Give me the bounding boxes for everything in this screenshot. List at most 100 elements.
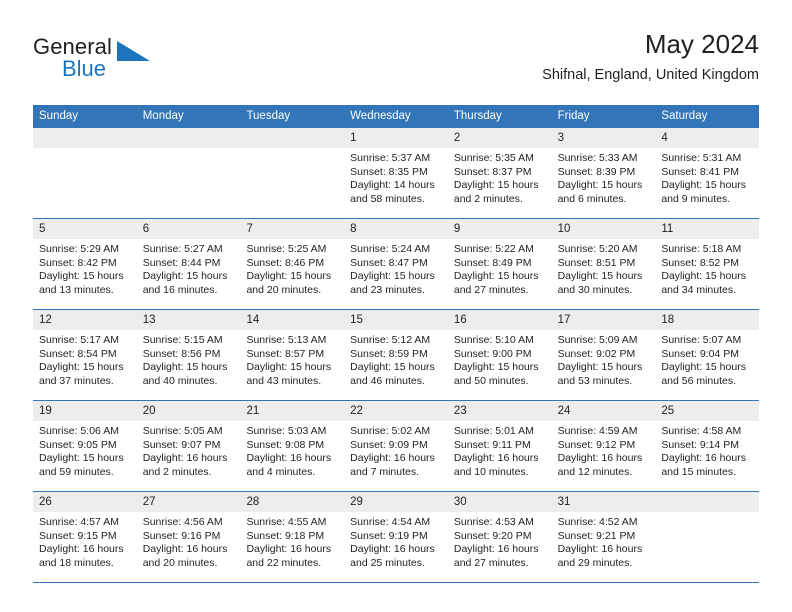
daylight-text-line1: Daylight: 16 hours (142, 452, 228, 465)
weekday-header-saturday: Saturday (661, 110, 708, 122)
day-number: 4 (655, 128, 760, 148)
sunset-text: Sunset: 8:35 PM (350, 165, 428, 178)
day-cell[interactable]: 18 Sunrise: 5:07 AM Sunset: 9:04 PM Dayligh… (655, 310, 760, 400)
day-sun-info: Sunrise: 5:37 AM Sunset: 8:35 PM Daylight:… (344, 148, 448, 206)
day-number: 20 (136, 401, 241, 421)
sunset-text: Sunset: 9:14 PM (661, 438, 739, 451)
daylight-text-line2: and 29 minutes. (557, 556, 633, 569)
day-cell[interactable]: 22 Sunrise: 5:02 AM Sunset: 9:09 PM Dayligh… (344, 401, 448, 491)
triangle-icon (117, 41, 150, 61)
day-number: 3 (551, 128, 656, 148)
sunset-text: Sunset: 9:08 PM (246, 438, 325, 451)
day-cell[interactable]: 13 Sunrise: 5:15 AM Sunset: 8:56 PM Dayligh… (136, 310, 241, 400)
calendar-weeks: 1 Sunrise: 5:37 AM Sunset: 8:35 PM Daylight… (33, 128, 760, 583)
sunset-text: Sunset: 9:18 PM (246, 529, 325, 542)
daylight-text-line2: and 34 minutes. (661, 283, 737, 296)
daylight-text-line2: and 53 minutes. (557, 374, 633, 387)
day-cell[interactable]: 1 Sunrise: 5:37 AM Sunset: 8:35 PM Daylight… (344, 128, 448, 218)
daylight-text-line1: Daylight: 15 hours (453, 361, 539, 374)
day-cell[interactable]: 30 Sunrise: 4:53 AM Sunset: 9:20 PM Dayligh… (447, 492, 552, 582)
day-cell[interactable]: 8 Sunrise: 5:24 AM Sunset: 8:47 PM Daylight… (344, 219, 448, 309)
day-number: 27 (136, 492, 241, 512)
day-number: 2 (447, 128, 552, 148)
sunset-text: Sunset: 8:52 PM (661, 256, 739, 269)
day-number: 11 (655, 219, 760, 239)
day-sun-info: Sunrise: 5:31 AM Sunset: 8:41 PM Daylight:… (655, 148, 759, 206)
day-cell-empty (240, 128, 345, 218)
daylight-text-line2: and 27 minutes. (453, 283, 529, 296)
day-number: 28 (240, 492, 345, 512)
day-cell[interactable]: 15 Sunrise: 5:12 AM Sunset: 8:59 PM Dayligh… (344, 310, 448, 400)
day-sun-info: Sunrise: 4:56 AM Sunset: 9:16 PM Daylight:… (137, 512, 241, 570)
day-sun-info: Sunrise: 5:20 AM Sunset: 8:51 PM Daylight:… (552, 239, 656, 297)
sunset-text: Sunset: 9:04 PM (661, 347, 739, 360)
sunrise-text: Sunrise: 5:31 AM (661, 152, 742, 164)
day-cell[interactable]: 7 Sunrise: 5:25 AM Sunset: 8:46 PM Daylight… (240, 219, 345, 309)
day-sun-info: Sunrise: 4:59 AM Sunset: 9:12 PM Daylight:… (552, 421, 656, 479)
day-cell[interactable]: 4 Sunrise: 5:31 AM Sunset: 8:41 PM Daylight… (655, 128, 760, 218)
day-cell[interactable]: 20 Sunrise: 5:05 AM Sunset: 9:07 PM Dayligh… (136, 401, 241, 491)
daylight-text-line2: and 16 minutes. (142, 283, 218, 296)
day-cell[interactable]: 27 Sunrise: 4:56 AM Sunset: 9:16 PM Dayligh… (136, 492, 241, 582)
daylight-text-line2: and 13 minutes. (39, 283, 114, 296)
week-row: 12 Sunrise: 5:17 AM Sunset: 8:54 PM Dayligh… (33, 310, 760, 401)
day-sun-info: Sunrise: 5:22 AM Sunset: 8:49 PM Daylight:… (448, 239, 552, 297)
sunrise-text: Sunrise: 5:25 AM (246, 243, 327, 255)
sunset-text: Sunset: 9:11 PM (453, 438, 531, 451)
sunrise-text: Sunrise: 4:57 AM (39, 516, 119, 528)
day-cell[interactable]: 5 Sunrise: 5:29 AM Sunset: 8:42 PM Daylight… (33, 219, 137, 309)
daylight-text-line1: Daylight: 15 hours (142, 270, 228, 283)
day-cell-empty (33, 128, 137, 218)
day-cell[interactable]: 9 Sunrise: 5:22 AM Sunset: 8:49 PM Daylight… (447, 219, 552, 309)
sunset-text: Sunset: 8:41 PM (661, 165, 739, 178)
day-number: 13 (136, 310, 241, 330)
day-cell[interactable]: 2 Sunrise: 5:35 AM Sunset: 8:37 PM Daylight… (447, 128, 552, 218)
day-sun-info: Sunrise: 5:09 AM Sunset: 9:02 PM Daylight:… (552, 330, 656, 388)
sunrise-text: Sunrise: 5:09 AM (557, 334, 638, 346)
sunset-text: Sunset: 9:21 PM (557, 529, 636, 542)
day-cell[interactable]: 23 Sunrise: 5:01 AM Sunset: 9:11 PM Dayligh… (447, 401, 552, 491)
page-header: General Blue May 2024 Shifnal, England, … (33, 28, 759, 98)
day-cell[interactable]: 17 Sunrise: 5:09 AM Sunset: 9:02 PM Dayligh… (551, 310, 656, 400)
sunrise-text: Sunrise: 5:33 AM (557, 152, 638, 164)
day-cell[interactable]: 26 Sunrise: 4:57 AM Sunset: 9:15 PM Dayligh… (33, 492, 137, 582)
daylight-text-line1: Daylight: 15 hours (39, 452, 124, 465)
sunrise-text: Sunrise: 5:37 AM (350, 152, 431, 164)
sunrise-text: Sunrise: 4:59 AM (557, 425, 638, 437)
daylight-text-line1: Daylight: 15 hours (350, 270, 435, 283)
daylight-text-line2: and 43 minutes. (246, 374, 322, 387)
day-sun-info: Sunrise: 4:53 AM Sunset: 9:20 PM Daylight:… (448, 512, 552, 570)
sunset-text: Sunset: 8:54 PM (39, 347, 117, 360)
day-cell[interactable]: 31 Sunrise: 4:52 AM Sunset: 9:21 PM Dayligh… (551, 492, 656, 582)
daylight-text-line2: and 46 minutes. (350, 374, 425, 387)
daylight-text-line2: and 18 minutes. (39, 556, 114, 569)
day-cell[interactable]: 24 Sunrise: 4:59 AM Sunset: 9:12 PM Dayligh… (551, 401, 656, 491)
daylight-text-line1: Daylight: 15 hours (246, 270, 332, 283)
day-cell[interactable]: 16 Sunrise: 5:10 AM Sunset: 9:00 PM Dayligh… (447, 310, 552, 400)
day-cell[interactable]: 25 Sunrise: 4:58 AM Sunset: 9:14 PM Dayligh… (655, 401, 760, 491)
day-cell[interactable]: 3 Sunrise: 5:33 AM Sunset: 8:39 PM Daylight… (551, 128, 656, 218)
day-cell[interactable]: 14 Sunrise: 5:13 AM Sunset: 8:57 PM Dayligh… (240, 310, 345, 400)
day-number: 25 (655, 401, 760, 421)
day-cell[interactable]: 6 Sunrise: 5:27 AM Sunset: 8:44 PM Daylight… (136, 219, 241, 309)
page-title: May 2024 (644, 29, 759, 59)
sunrise-text: Sunrise: 5:06 AM (39, 425, 119, 437)
daylight-text-line1: Daylight: 15 hours (557, 179, 643, 192)
weekday-header-sunday: Sunday (39, 110, 79, 122)
day-number: 24 (551, 401, 656, 421)
sunrise-text: Sunrise: 5:18 AM (661, 243, 742, 255)
day-cell[interactable]: 21 Sunrise: 5:03 AM Sunset: 9:08 PM Dayligh… (240, 401, 345, 491)
day-number: 23 (447, 401, 552, 421)
daylight-text-line1: Daylight: 16 hours (453, 452, 539, 465)
day-number: 8 (344, 219, 448, 239)
day-number: 19 (33, 401, 137, 421)
day-cell[interactable]: 11 Sunrise: 5:18 AM Sunset: 8:52 PM Dayligh… (655, 219, 760, 309)
day-cell[interactable]: 19 Sunrise: 5:06 AM Sunset: 9:05 PM Dayligh… (33, 401, 137, 491)
day-number: 14 (240, 310, 345, 330)
brand-logo[interactable]: General Blue (33, 34, 253, 90)
day-cell[interactable]: 10 Sunrise: 5:20 AM Sunset: 8:51 PM Dayligh… (551, 219, 656, 309)
day-cell[interactable]: 28 Sunrise: 4:55 AM Sunset: 9:18 PM Dayligh… (240, 492, 345, 582)
sunset-text: Sunset: 8:37 PM (453, 165, 532, 178)
day-cell[interactable]: 12 Sunrise: 5:17 AM Sunset: 8:54 PM Dayligh… (33, 310, 137, 400)
day-cell[interactable]: 29 Sunrise: 4:54 AM Sunset: 9:19 PM Dayligh… (344, 492, 448, 582)
